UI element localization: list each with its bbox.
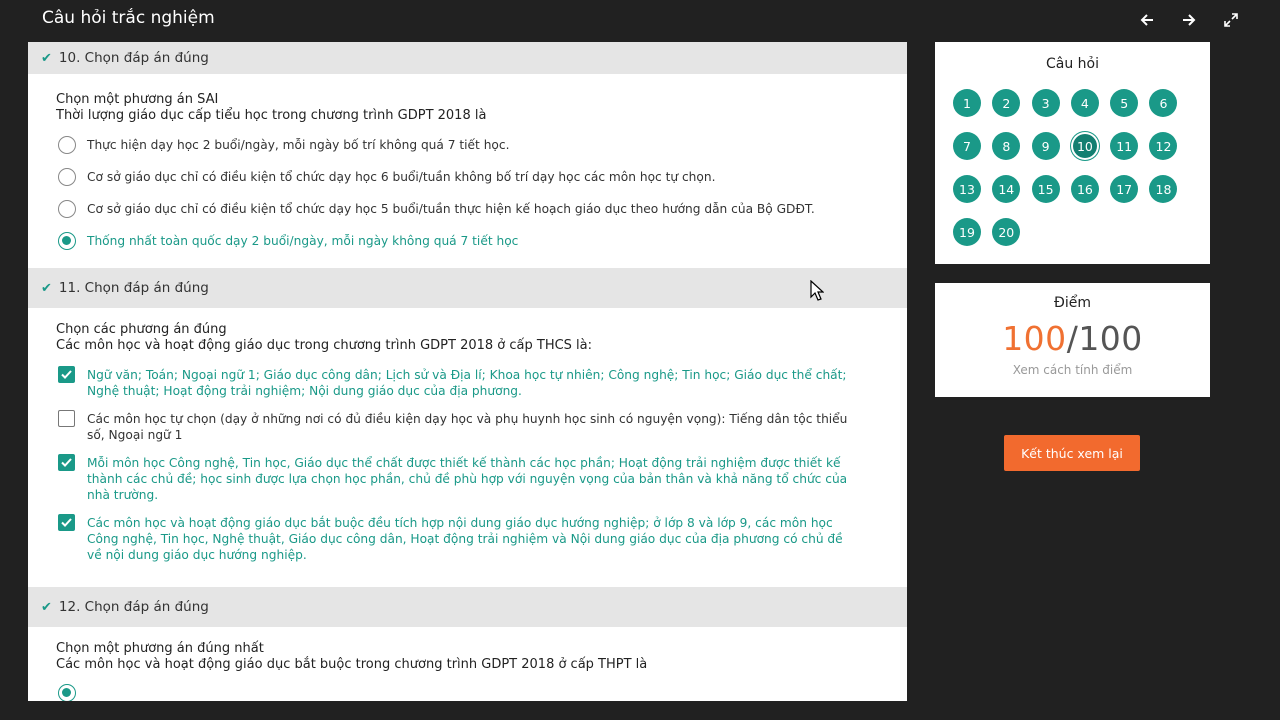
question-number-button[interactable]: 6 <box>1149 89 1178 117</box>
radio-button-selected[interactable] <box>58 232 76 250</box>
radio-button-selected[interactable] <box>58 684 76 701</box>
navigator-title: Câu hỏi <box>1045 56 1099 72</box>
question-10: ✔ 10. Chọn đáp án đúng Chọn một phương á… <box>28 42 907 250</box>
answer-option-text: Công nghệ, Tin học, Nghệ thuật, Giáo dục… <box>87 532 843 546</box>
mouse-cursor-icon <box>810 279 825 305</box>
radio-button[interactable] <box>58 168 76 186</box>
question-header: ✔ 10. Chọn đáp án đúng <box>28 42 907 74</box>
question-number-button[interactable]: 19 <box>953 218 981 246</box>
score-panel: Điểm 100/100 Xem cách tính điểm <box>935 283 1210 397</box>
arrow-left-icon[interactable] <box>1138 8 1156 32</box>
question-number-button[interactable]: 20 <box>992 218 1021 246</box>
checkbox-checked[interactable] <box>58 514 75 531</box>
question-number-button[interactable]: 3 <box>1031 89 1060 117</box>
question-header-label: 10. Chọn đáp án đúng <box>58 50 209 66</box>
question-number-button[interactable]: 11 <box>1110 132 1139 160</box>
score-title: Điểm <box>1054 295 1091 311</box>
question-number-button[interactable]: 13 <box>953 175 981 203</box>
question-text: Các môn học và hoạt động giáo dục trong … <box>56 338 593 353</box>
question-number-button[interactable]: 17 <box>1110 175 1139 203</box>
check-icon: ✔ <box>41 280 52 296</box>
score-separator: / <box>1066 319 1079 358</box>
top-bar: Câu hỏi trắc nghiệm <box>0 0 1280 40</box>
question-number-button[interactable]: 7 <box>953 132 981 160</box>
question-number-button[interactable]: 4 <box>1070 89 1099 117</box>
question-instruction: Chọn các phương án đúng <box>56 322 227 337</box>
question-number-button[interactable]: 1 <box>953 89 981 117</box>
question-number-button[interactable]: 8 <box>992 132 1021 160</box>
score-explanation-link[interactable]: Xem cách tính điểm <box>935 363 1210 377</box>
answer-option[interactable]: Cơ sở giáo dục chỉ có điều kiện tổ chức … <box>56 200 879 218</box>
question-instruction: Chọn một phương án SAI <box>56 92 219 107</box>
question-number-button[interactable]: 12 <box>1149 132 1178 160</box>
question-header: ✔ 12. Chọn đáp án đúng <box>28 587 907 627</box>
answer-option-text: Thống nhất toàn quốc dạy 2 buổi/ngày, mỗ… <box>87 234 519 248</box>
radio-button[interactable] <box>58 136 76 154</box>
question-number-button[interactable]: 16 <box>1070 175 1099 203</box>
question-header: ✔ 11. Chọn đáp án đúng <box>28 268 907 308</box>
score-got: 100 <box>1002 319 1067 358</box>
question-number-button[interactable]: 14 <box>992 175 1021 203</box>
answer-option-checked[interactable]: Các môn học và hoạt động giáo dục bắt bu… <box>56 514 879 563</box>
question-navigator: Câu hỏi 1 2 3 4 5 6 7 8 9 10 11 12 13 14… <box>935 42 1210 264</box>
checkbox[interactable] <box>58 410 75 427</box>
answer-option-text: Các môn học tự chọn (dạy ở những nơi có … <box>87 412 848 426</box>
question-number-button[interactable]: 15 <box>1031 175 1060 203</box>
question-header-label: 11. Chọn đáp án đúng <box>58 280 209 296</box>
score-value: 100/100 <box>935 319 1210 358</box>
question-number-button[interactable]: 2 <box>992 89 1021 117</box>
answer-option[interactable]: Các môn học tự chọn (dạy ở những nơi có … <box>56 410 879 443</box>
top-toolbar <box>1138 8 1240 32</box>
answer-option-text: Mỗi môn học Công nghệ, Tin học, Giáo dục… <box>87 456 841 470</box>
answer-option-text: số, Ngoại ngữ 1 <box>87 428 183 442</box>
answer-option-text: Nghệ thuật; Hoạt động trải nghiệm; Nội d… <box>87 384 522 398</box>
score-total: 100 <box>1078 319 1143 358</box>
question-number-button[interactable]: 18 <box>1149 175 1178 203</box>
question-number-button[interactable]: 5 <box>1110 89 1139 117</box>
answer-option-text: nhà trường. <box>87 488 159 502</box>
radio-button[interactable] <box>58 200 76 218</box>
answer-option-text: thành các chủ đề; học sinh được lựa chọn… <box>87 472 848 486</box>
question-instruction: Chọn một phương án đúng nhất <box>56 641 264 656</box>
question-number-grid: 1 2 3 4 5 6 7 8 9 10 11 12 13 14 15 16 1… <box>953 89 1193 246</box>
question-text: Các môn học và hoạt động giáo dục bắt bu… <box>56 657 648 672</box>
question-12: ✔ 12. Chọn đáp án đúng Chọn một phương á… <box>28 587 907 701</box>
answer-option-checked[interactable]: Mỗi môn học Công nghệ, Tin học, Giáo dục… <box>56 454 879 503</box>
answer-option-text: Các môn học và hoạt động giáo dục bắt bu… <box>87 516 833 530</box>
question-text: Thời lượng giáo dục cấp tiểu học trong c… <box>56 108 487 123</box>
question-11: ✔ 11. Chọn đáp án đúng Chọn các phương á… <box>28 268 907 563</box>
checkbox-checked[interactable] <box>58 454 75 471</box>
checkbox-checked[interactable] <box>58 366 75 383</box>
question-number-button[interactable]: 9 <box>1031 132 1060 160</box>
answer-option-text: Cơ sở giáo dục chỉ có điều kiện tổ chức … <box>87 202 815 216</box>
arrow-right-icon[interactable] <box>1180 8 1198 32</box>
app-title: Câu hỏi trắc nghiệm <box>42 8 215 28</box>
answer-option-selected[interactable]: Thống nhất toàn quốc dạy 2 buổi/ngày, mỗ… <box>56 232 879 250</box>
answer-option-text: Thực hiện dạy học 2 buổi/ngày, mỗi ngày … <box>87 138 510 152</box>
finish-review-button[interactable]: Kết thúc xem lại <box>1004 435 1140 471</box>
answer-option[interactable]: Thực hiện dạy học 2 buổi/ngày, mỗi ngày … <box>56 136 879 154</box>
answer-option-text: Cơ sở giáo dục chỉ có điều kiện tổ chức … <box>87 170 716 184</box>
question-header-label: 12. Chọn đáp án đúng <box>58 599 209 615</box>
answer-option-text: Ngữ văn; Toán; Ngoại ngữ 1; Giáo dục côn… <box>87 368 847 382</box>
question-panel[interactable]: ✔ 10. Chọn đáp án đúng Chọn một phương á… <box>28 42 907 701</box>
check-icon: ✔ <box>41 599 52 615</box>
answer-option-checked[interactable]: Ngữ văn; Toán; Ngoại ngữ 1; Giáo dục côn… <box>56 366 879 399</box>
answer-option[interactable]: Cơ sở giáo dục chỉ có điều kiện tổ chức … <box>56 168 879 186</box>
check-icon: ✔ <box>41 50 52 66</box>
question-number-button-current[interactable]: 10 <box>1070 132 1099 160</box>
expand-icon[interactable] <box>1222 8 1240 32</box>
answer-option-text: về nội dung giáo dục hướng nghiệp. <box>87 548 307 562</box>
